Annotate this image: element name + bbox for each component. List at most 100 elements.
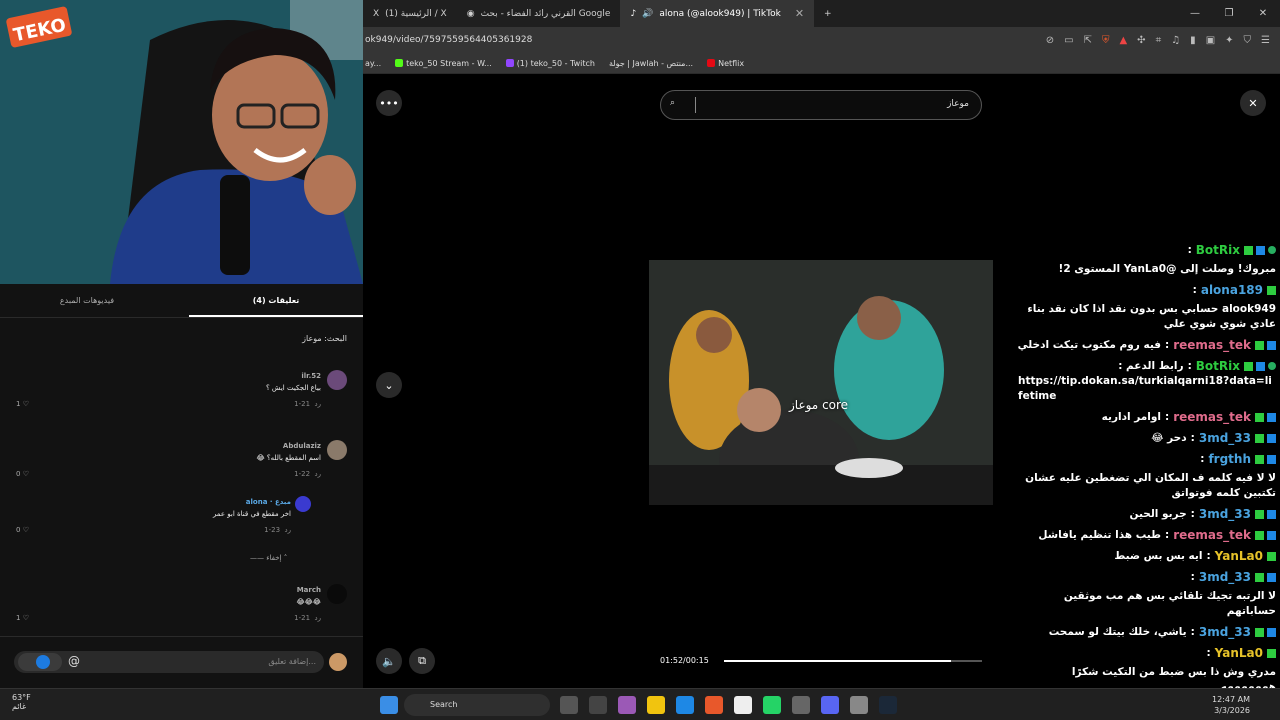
video-frame-image: موعاز core <box>649 260 993 505</box>
extensions-icon[interactable]: ✣ <box>1137 35 1145 46</box>
chat-username[interactable]: 3md_33 <box>1199 507 1251 522</box>
new-tab-button[interactable]: + <box>814 0 842 27</box>
whatsapp-icon[interactable] <box>763 696 781 714</box>
mention-icon[interactable]: @ <box>68 654 80 668</box>
brave-icon[interactable] <box>705 696 723 714</box>
chat-username[interactable]: 3md_33 <box>1199 625 1251 640</box>
chat-username[interactable]: 3md_33 <box>1199 570 1251 585</box>
minimize-icon[interactable]: — <box>1178 0 1212 27</box>
user-avatar[interactable] <box>329 653 347 671</box>
chat-username[interactable]: 3md_33 <box>1199 431 1251 446</box>
video-search-input[interactable]: ⌕ موعاز <box>660 90 982 120</box>
tab-comments[interactable]: (4) تعليقات <box>189 284 363 317</box>
cast-icon[interactable]: ▭ <box>1064 35 1073 46</box>
reply-button[interactable]: رد <box>315 470 322 478</box>
leo-icon[interactable]: ✦ <box>1225 35 1233 46</box>
share-icon[interactable]: ⇱ <box>1084 35 1092 46</box>
chat-username[interactable]: frgthh <box>1208 452 1251 467</box>
chat-username[interactable]: YanLa0 <box>1215 549 1263 564</box>
comment-user[interactable]: alona · مبدع <box>246 498 291 506</box>
store-icon[interactable] <box>734 696 752 714</box>
reply-button[interactable]: رد <box>285 526 292 534</box>
avatar[interactable] <box>327 370 347 390</box>
screenshot-icon[interactable]: ⌗ <box>1156 35 1162 46</box>
reply-button[interactable]: رد <box>315 614 322 622</box>
wallet-icon[interactable]: ▣ <box>1206 35 1215 46</box>
like-button[interactable]: 0 ♡ <box>16 526 29 534</box>
app-icon[interactable] <box>589 696 607 714</box>
start-icon[interactable] <box>380 696 398 714</box>
like-button[interactable]: 0 ♡ <box>16 470 29 478</box>
app-icon[interactable] <box>792 696 810 714</box>
bookmark-item[interactable]: ay... <box>365 59 381 68</box>
task-view-icon[interactable] <box>560 696 578 714</box>
comment-search-label[interactable]: البحث: موعاز <box>302 334 347 343</box>
menu-icon[interactable]: ☰ <box>1261 35 1270 46</box>
like-button[interactable]: 1 ♡ <box>16 400 29 408</box>
tab-creator-videos[interactable]: فيديوهات المبدع <box>0 284 174 317</box>
twitch-icon <box>505 59 514 67</box>
volume-button[interactable]: 🔈 <box>376 648 402 674</box>
more-options-button[interactable]: ••• <box>376 90 402 116</box>
hide-replies-button[interactable]: —— إخفاء ˄ <box>250 554 287 562</box>
comment-meta: 1-21 رد <box>294 400 321 408</box>
subscriber-badge-icon <box>1256 246 1265 255</box>
search-icon: ⌕ <box>670 98 676 108</box>
comment-user[interactable]: March <box>297 586 321 594</box>
progress-bar[interactable] <box>724 660 982 662</box>
comment-user[interactable]: Abdulaziz <box>283 442 321 450</box>
sidebar-icon[interactable]: ▮ <box>1190 35 1196 46</box>
file-explorer-icon[interactable] <box>647 696 665 714</box>
tab-tiktok[interactable]: ♪ 🔊 alona (@alook949) | TikTok ✕ <box>620 0 815 27</box>
tab-google[interactable]: ◉ القرني رائد الفضاء - بحث Google <box>457 0 621 27</box>
like-button[interactable]: 1 ♡ <box>16 614 29 622</box>
restore-icon[interactable]: ❐ <box>1212 0 1246 27</box>
copilot-icon[interactable] <box>618 696 636 714</box>
chat-username[interactable]: reemas_tek <box>1173 338 1251 353</box>
next-video-button[interactable]: ⌄ <box>376 372 402 398</box>
bookmark-item[interactable]: teko_50 Stream - W... <box>395 59 492 68</box>
chat-username[interactable]: YanLa0 <box>1215 646 1263 661</box>
chat-username[interactable]: alona189 <box>1201 283 1263 298</box>
comment-input[interactable]: @ إضافة تعليق... <box>14 651 324 673</box>
chat-link[interactable]: https://tip.dokan.sa/turkialqarni18?data… <box>1018 374 1276 404</box>
bookmark-item[interactable]: Netflix <box>707 59 744 68</box>
chat-username[interactable]: BotRix <box>1196 243 1240 258</box>
url-text[interactable]: ok949/video/7597559564405361928 <box>365 35 532 45</box>
reply-button[interactable]: رد <box>315 400 322 408</box>
bookmarks-bar: ay... teko_50 Stream - W... (1) teko_50 … <box>363 53 1280 74</box>
close-viewer-button[interactable]: ✕ <box>1240 90 1266 116</box>
avatar[interactable] <box>327 440 347 460</box>
vpn-icon[interactable]: ⛉ <box>1244 35 1252 46</box>
media-icon[interactable]: ♫ <box>1171 35 1180 46</box>
clock[interactable]: 12:47 AM 3/3/2026 <box>1212 694 1250 716</box>
kick-icon <box>395 59 404 67</box>
steam-icon[interactable] <box>879 696 897 714</box>
emoji-toggle[interactable] <box>18 653 62 671</box>
taskbar-search[interactable]: Search <box>404 694 550 716</box>
brave-shield-icon[interactable]: ⛨ <box>1102 35 1110 46</box>
close-tab-icon[interactable]: ✕ <box>795 7 804 20</box>
avatar[interactable] <box>295 496 311 512</box>
comment-user[interactable]: ilr.52 <box>301 372 321 380</box>
avatar[interactable] <box>327 584 347 604</box>
speaker-icon[interactable]: 🔊 <box>642 9 653 19</box>
chat-message: طيب هذا تنظيم يافاشل: reemas_tek <box>1018 528 1276 543</box>
chat-text: ياشي، خلك بيتك لو سمحت <box>1048 626 1187 638</box>
kick-badge-icon <box>1255 455 1264 464</box>
bookmark-item[interactable]: (1) teko_50 - Twitch <box>505 59 595 68</box>
edge-icon[interactable] <box>676 696 694 714</box>
weather-widget[interactable]: 63°F غائم <box>12 693 31 711</box>
chat-username[interactable]: reemas_tek <box>1173 410 1251 425</box>
chat-username[interactable]: BotRix <box>1196 359 1240 374</box>
pip-button[interactable]: ⧉ <box>409 648 435 674</box>
bookmark-item[interactable]: جولة | Jawlah - منتص... <box>609 59 693 68</box>
obs-icon[interactable] <box>850 696 868 714</box>
discord-icon[interactable] <box>821 696 839 714</box>
reader-icon[interactable]: ⊘ <box>1046 35 1054 46</box>
chat-username[interactable]: reemas_tek <box>1173 528 1251 543</box>
brave-rewards-icon[interactable]: ▲ <box>1119 35 1127 46</box>
address-bar[interactable]: ok949/video/7597559564405361928 ⊘ ▭ ⇱ ⛨ … <box>363 27 1280 53</box>
tab-x[interactable]: X (1) الرئيسية / X <box>363 0 457 27</box>
close-window-icon[interactable]: ✕ <box>1246 0 1280 27</box>
